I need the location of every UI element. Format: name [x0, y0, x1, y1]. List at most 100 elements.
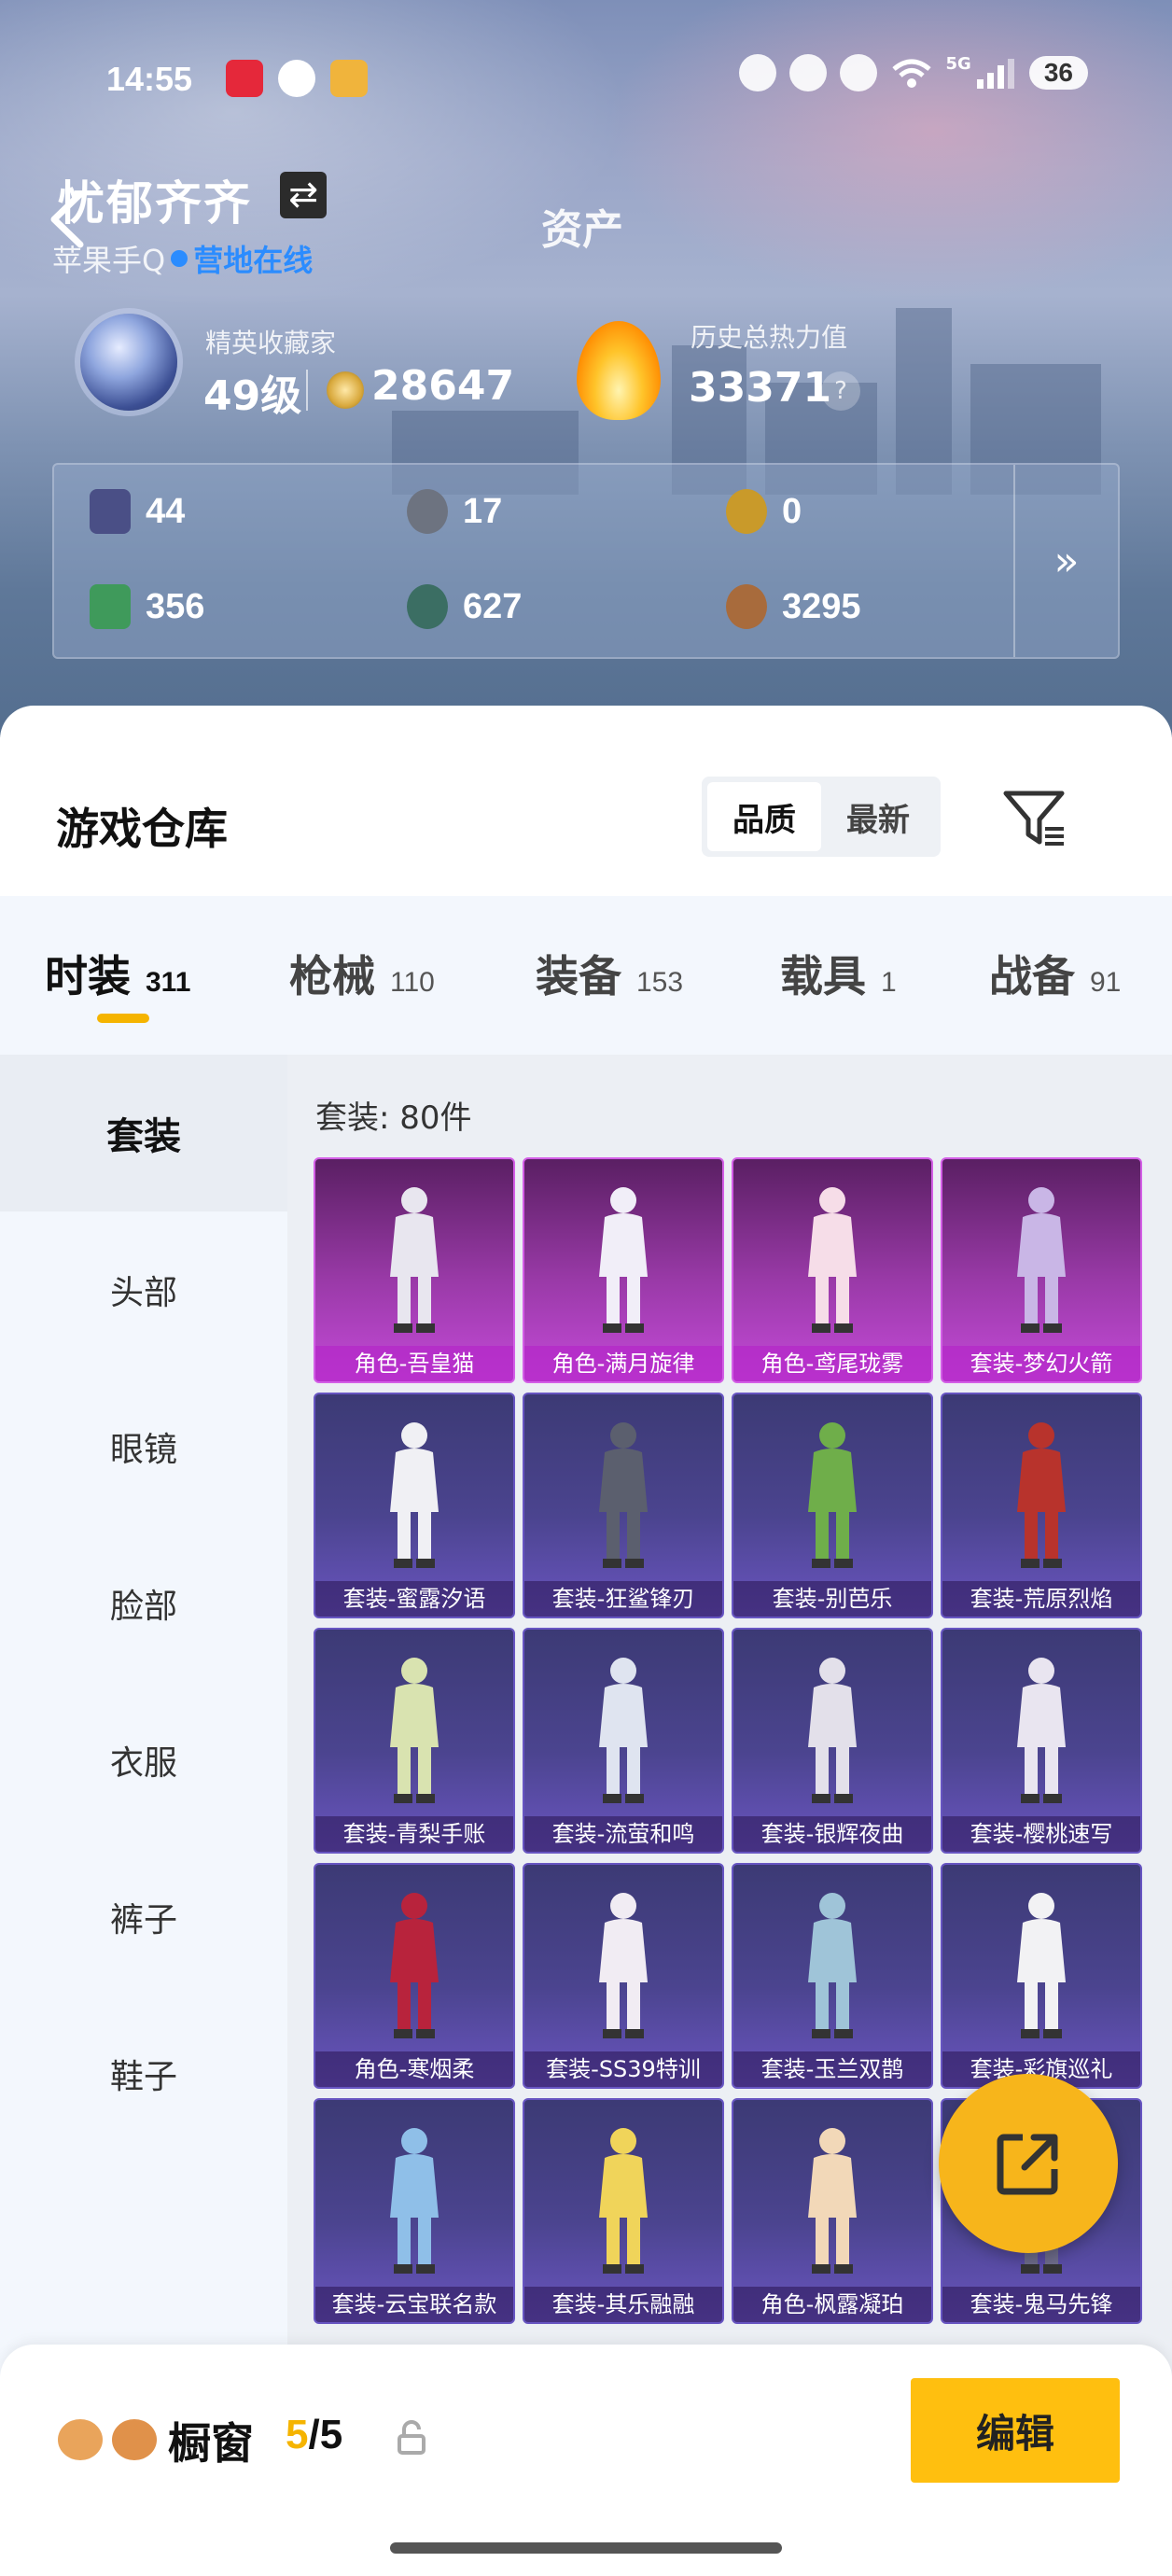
outfit-name: 套装-流萤和鸣: [524, 1816, 722, 1852]
sidebar-item-glasses[interactable]: 眼镜: [0, 1368, 287, 1525]
outfit-preview-icon: [808, 1893, 857, 2038]
outfit-preview-icon: [599, 1658, 648, 1803]
showcase-total: /5: [308, 2412, 343, 2457]
sidebar-item-pants[interactable]: 裤子: [0, 1839, 287, 1995]
outfit-name: 套装-荒原烈焰: [942, 1581, 1140, 1617]
coin-value: 28647: [371, 362, 515, 410]
tab-supplies[interactable]: 战备 91: [989, 943, 1121, 1004]
outfit-preview-icon: [390, 2128, 439, 2274]
user-name: 忧郁齐齐: [58, 176, 252, 231]
tab-indicator: [97, 1014, 149, 1023]
app-notification-icon: [226, 60, 263, 97]
outfit-preview-icon: [390, 1658, 439, 1803]
outfit-preview-icon: [599, 2128, 648, 2274]
filter-icon[interactable]: [1000, 784, 1067, 851]
sidebar-item-suits[interactable]: 套装: [0, 1055, 287, 1211]
sort-quality-button[interactable]: 品质: [707, 782, 821, 851]
tab-count: 153: [636, 967, 684, 998]
outfit-name: 套装-梦幻火箭: [942, 1346, 1140, 1381]
outfit-preview-icon: [599, 1422, 648, 1568]
outfit-card[interactable]: 角色-满月旋律: [523, 1157, 724, 1383]
currency-item: 44: [90, 489, 185, 534]
tab-equipment[interactable]: 装备 153: [536, 943, 683, 1004]
outfit-name: 套装-SS39特训: [524, 2051, 722, 2087]
tab-count: 91: [1090, 967, 1122, 998]
game-notification-icon: [330, 60, 368, 97]
coin-icon: [327, 371, 364, 409]
currency-value: 3295: [782, 586, 861, 626]
share-button[interactable]: [939, 2074, 1118, 2253]
outfit-card[interactable]: 套装-梦幻火箭: [941, 1157, 1142, 1383]
outfit-card[interactable]: 套装-青梨手账: [314, 1628, 515, 1854]
outfit-preview-icon: [599, 1187, 648, 1333]
divider: [306, 370, 308, 411]
sidebar-item-head[interactable]: 头部: [0, 1211, 287, 1368]
outfit-preview-icon: [1017, 1187, 1066, 1333]
currency-panel[interactable]: 44 17 0 356 627 3295 »: [52, 463, 1120, 659]
outfit-card[interactable]: 角色-寒烟柔: [314, 1863, 515, 2089]
outfit-card[interactable]: 套装-其乐融融: [523, 2098, 724, 2324]
sidebar-item-shoes[interactable]: 鞋子: [0, 1995, 287, 2152]
currency-more-button[interactable]: »: [1013, 465, 1118, 657]
sort-newest-button[interactable]: 最新: [821, 782, 935, 851]
currency-value: 0: [782, 491, 802, 531]
currency-value: 356: [146, 586, 205, 626]
outfit-card[interactable]: 套装-银辉夜曲: [732, 1628, 933, 1854]
outfit-name: 套装-青梨手账: [315, 1816, 513, 1852]
status-icons: 5G 36: [738, 54, 1088, 91]
outfit-card[interactable]: 角色-吾皇猫: [314, 1157, 515, 1383]
bear-status-icon: [788, 54, 827, 91]
page-title: 资产: [541, 206, 623, 254]
outfit-card[interactable]: 套装-玉兰双鹊: [732, 1863, 933, 2089]
wifi-icon: [891, 59, 931, 88]
sidebar-item-face[interactable]: 脸部: [0, 1525, 287, 1682]
edit-button[interactable]: 编辑: [911, 2378, 1120, 2483]
outfit-card[interactable]: 套装-流萤和鸣: [523, 1628, 724, 1854]
tab-count: 311: [146, 967, 191, 998]
outfit-name: 套装-玉兰双鹊: [733, 2051, 931, 2087]
paw-status-icon: [839, 54, 877, 91]
outfit-card[interactable]: 角色-鸢尾珑雾: [732, 1157, 933, 1383]
rank-emblem-icon: [80, 314, 177, 411]
bronze-coin-icon: [726, 584, 767, 629]
currency-item: 627: [407, 584, 522, 629]
outfit-preview-icon: [808, 1422, 857, 1568]
outfit-card[interactable]: 套装-狂鲨锋刃: [523, 1393, 724, 1618]
outfit-card[interactable]: 套装-别芭乐: [732, 1393, 933, 1618]
outfit-card[interactable]: 套装-云宝联名款: [314, 2098, 515, 2324]
outfit-card[interactable]: 套装-樱桃速写: [941, 1628, 1142, 1854]
outfit-card[interactable]: 套装-彩旗巡礼: [941, 1863, 1142, 2089]
heat-value: 33371: [689, 364, 832, 412]
tab-guns[interactable]: 枪械 110: [289, 943, 435, 1004]
currency-item: 356: [90, 584, 204, 629]
lock-icon[interactable]: [396, 2419, 427, 2457]
rank-label: 精英收藏家: [205, 328, 337, 358]
tab-vehicles[interactable]: 载具 1: [780, 943, 897, 1004]
outfit-card[interactable]: 套装-蜜露汐语: [314, 1393, 515, 1618]
tab-label: 载具: [780, 951, 866, 1001]
showcase-title: 橱窗: [168, 2418, 254, 2469]
showcase-count: 5/5: [286, 2412, 342, 2458]
gold-token-icon: [726, 489, 767, 534]
outfit-card[interactable]: 角色-枫露凝珀: [732, 2098, 933, 2324]
outfit-card[interactable]: 套装-荒原烈焰: [941, 1393, 1142, 1618]
outfit-preview-icon: [1017, 1422, 1066, 1568]
outfit-name: 套装-狂鲨锋刃: [524, 1581, 722, 1617]
outfit-preview-icon: [1017, 1658, 1066, 1803]
outfit-preview-icon: [808, 2128, 857, 2274]
outfit-name: 角色-枫露凝珀: [733, 2287, 931, 2322]
status-time: 14:55: [106, 60, 193, 98]
outfit-name: 套装-蜜露汐语: [315, 1581, 513, 1617]
currency-value: 627: [463, 586, 523, 626]
outfit-card[interactable]: 套装-SS39特训: [523, 1863, 724, 2089]
card-pack-icon: [90, 489, 131, 534]
sidebar-item-clothes[interactable]: 衣服: [0, 1682, 287, 1839]
item-count-label: 套装: 80件: [315, 1099, 472, 1137]
tab-fashion[interactable]: 时装 311: [45, 943, 190, 1004]
swap-account-icon[interactable]: ⇄: [280, 172, 327, 218]
online-dot: [171, 250, 188, 267]
warehouse-title: 游戏仓库: [56, 804, 228, 854]
help-icon[interactable]: ?: [821, 371, 860, 411]
app-status-icon: [738, 54, 776, 91]
paw-icon: [112, 2419, 157, 2460]
